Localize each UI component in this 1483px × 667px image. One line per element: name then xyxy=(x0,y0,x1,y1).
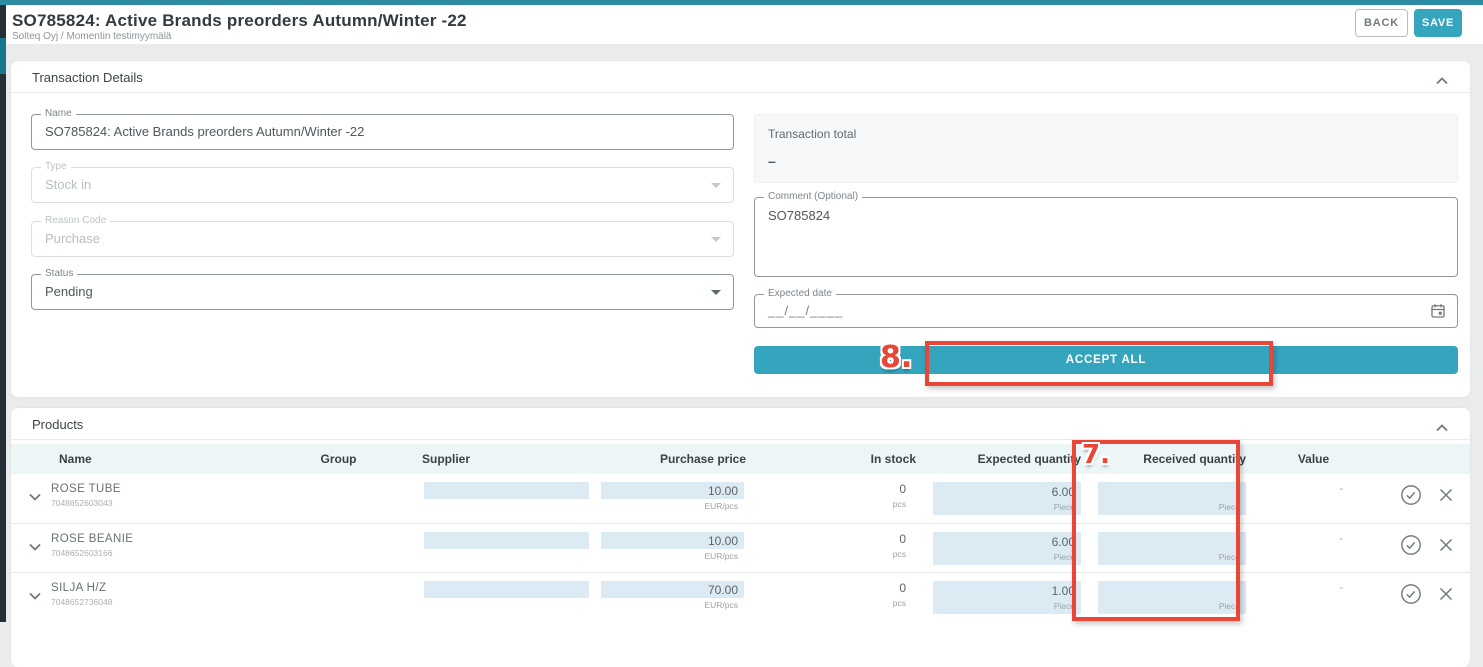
expand-row-button[interactable] xyxy=(11,524,51,556)
dropdown-arrow-icon xyxy=(711,237,721,242)
page-title: SO785824: Active Brands preorders Autumn… xyxy=(12,11,467,31)
purchase-price-field[interactable]: 70.00 xyxy=(601,581,744,598)
x-icon xyxy=(1438,586,1454,602)
product-name: ROSE BEANIE xyxy=(51,533,261,545)
price-unit: EUR/pcs xyxy=(591,501,744,511)
annotation-label-step8: 8. xyxy=(880,340,912,375)
type-select: Type Stock in xyxy=(31,167,734,203)
expected-date-value: __/__/____ xyxy=(768,303,843,318)
remove-row-button[interactable] xyxy=(1438,484,1454,506)
products-header: Products xyxy=(11,408,1470,440)
table-row: ROSE TUBE 7048652603043 10.00 EUR/pcs 0 … xyxy=(11,474,1470,523)
product-name: ROSE TUBE xyxy=(51,483,261,495)
transaction-total-value: – xyxy=(768,153,776,169)
name-field-value: SO785824: Active Brands preorders Autumn… xyxy=(45,124,364,139)
comment-field-label: Comment (Optional) xyxy=(764,191,862,202)
dropdown-arrow-icon xyxy=(711,183,721,188)
type-select-value: Stock in xyxy=(45,177,91,192)
reason-code-select: Reason Code Purchase xyxy=(31,221,734,257)
col-header-purchase-price: Purchase price xyxy=(591,444,746,466)
product-barcode: 7048652603166 xyxy=(51,548,261,558)
price-unit: EUR/pcs xyxy=(591,600,744,610)
value-cell: - xyxy=(1246,474,1381,495)
transaction-details-header: Transaction Details xyxy=(11,61,1470,93)
value-cell: - xyxy=(1246,573,1381,594)
supplier-field[interactable] xyxy=(424,482,589,499)
expected-quantity-field[interactable]: 6.00 Piece xyxy=(933,482,1081,515)
reason-code-value: Purchase xyxy=(45,231,100,246)
check-circle-icon xyxy=(1400,534,1422,556)
expected-date-field[interactable]: Expected date __/__/____ xyxy=(754,294,1458,328)
chevron-up-icon xyxy=(1436,424,1448,432)
name-field[interactable]: Name SO785824: Active Brands preorders A… xyxy=(31,114,734,150)
left-edge-sidebar xyxy=(0,5,6,622)
calendar-icon[interactable] xyxy=(1429,302,1447,325)
product-barcode: 7048652603043 xyxy=(51,498,261,508)
check-circle-icon xyxy=(1400,484,1422,506)
status-select[interactable]: Status Pending xyxy=(31,274,734,310)
col-header-value: Value xyxy=(1246,444,1381,466)
remove-row-button[interactable] xyxy=(1438,534,1454,556)
status-select-label: Status xyxy=(41,268,77,279)
product-barcode: 7048652736048 xyxy=(51,597,261,607)
supplier-field[interactable] xyxy=(424,532,589,549)
product-name: SILJA H/Z xyxy=(51,582,261,594)
check-circle-icon xyxy=(1400,583,1422,605)
transaction-total-label: Transaction total xyxy=(768,127,856,141)
chevron-down-icon xyxy=(29,543,41,551)
name-field-label: Name xyxy=(41,108,76,119)
value-cell: - xyxy=(1246,524,1381,545)
back-button[interactable]: BACK xyxy=(1355,9,1408,37)
comment-field-value: SO785824 xyxy=(768,208,830,223)
comment-field[interactable]: Comment (Optional) SO785824 xyxy=(754,197,1458,277)
annotation-rect-step8 xyxy=(925,341,1273,386)
supplier-field[interactable] xyxy=(424,581,589,598)
section-title: Products xyxy=(32,417,83,432)
save-button[interactable]: SAVE xyxy=(1414,9,1462,37)
col-header-name: Name xyxy=(51,444,261,466)
in-stock-value: 0 xyxy=(746,581,906,595)
accept-row-button[interactable] xyxy=(1400,484,1422,506)
dropdown-arrow-icon[interactable] xyxy=(711,290,721,295)
col-header-in-stock: In stock xyxy=(746,444,916,466)
annotation-label-step7: 7. xyxy=(1082,440,1110,470)
collapse-section-button[interactable] xyxy=(1436,419,1448,437)
in-stock-unit: pcs xyxy=(746,499,906,509)
in-stock-unit: pcs xyxy=(746,549,906,559)
table-row: ROSE BEANIE 7048652603166 10.00 EUR/pcs … xyxy=(11,523,1470,572)
type-select-label: Type xyxy=(41,161,71,172)
accept-row-button[interactable] xyxy=(1400,583,1422,605)
expected-quantity-field[interactable]: 1.00 Piece xyxy=(933,581,1081,614)
col-header-group: Group xyxy=(261,444,416,466)
purchase-price-field[interactable]: 10.00 xyxy=(601,482,744,499)
expand-row-button[interactable] xyxy=(11,474,51,506)
reason-code-label: Reason Code xyxy=(41,215,110,226)
section-title: Transaction Details xyxy=(32,70,143,85)
expand-row-button[interactable] xyxy=(11,573,51,605)
table-row: SILJA H/Z 7048652736048 70.00 EUR/pcs 0 … xyxy=(11,572,1470,621)
app-header: SO785824: Active Brands preorders Autumn… xyxy=(6,5,1483,44)
x-icon xyxy=(1438,487,1454,503)
transaction-total-panel: Transaction total – xyxy=(754,114,1458,183)
products-card: Products Name Group Supplier Purchase pr… xyxy=(10,407,1471,667)
x-icon xyxy=(1438,537,1454,553)
expected-date-label: Expected date xyxy=(764,288,836,299)
products-table-header: Name Group Supplier Purchase price In st… xyxy=(11,444,1470,474)
collapse-section-button[interactable] xyxy=(1436,72,1448,90)
col-header-supplier: Supplier xyxy=(416,444,591,466)
expected-quantity-field[interactable]: 6.00 Piece xyxy=(933,532,1081,565)
purchase-price-field[interactable]: 10.00 xyxy=(601,532,744,549)
breadcrumb: Solteq Oyj / Momentin testimyymälä xyxy=(12,31,172,42)
in-stock-value: 0 xyxy=(746,482,906,496)
chevron-up-icon xyxy=(1436,77,1448,85)
chevron-down-icon xyxy=(29,592,41,600)
in-stock-value: 0 xyxy=(746,532,906,546)
remove-row-button[interactable] xyxy=(1438,583,1454,605)
status-select-value: Pending xyxy=(45,284,93,299)
in-stock-unit: pcs xyxy=(746,598,906,608)
chevron-down-icon xyxy=(29,493,41,501)
col-header-expected-quantity: Expected quantity xyxy=(916,444,1081,466)
accept-row-button[interactable] xyxy=(1400,534,1422,556)
price-unit: EUR/pcs xyxy=(591,551,744,561)
